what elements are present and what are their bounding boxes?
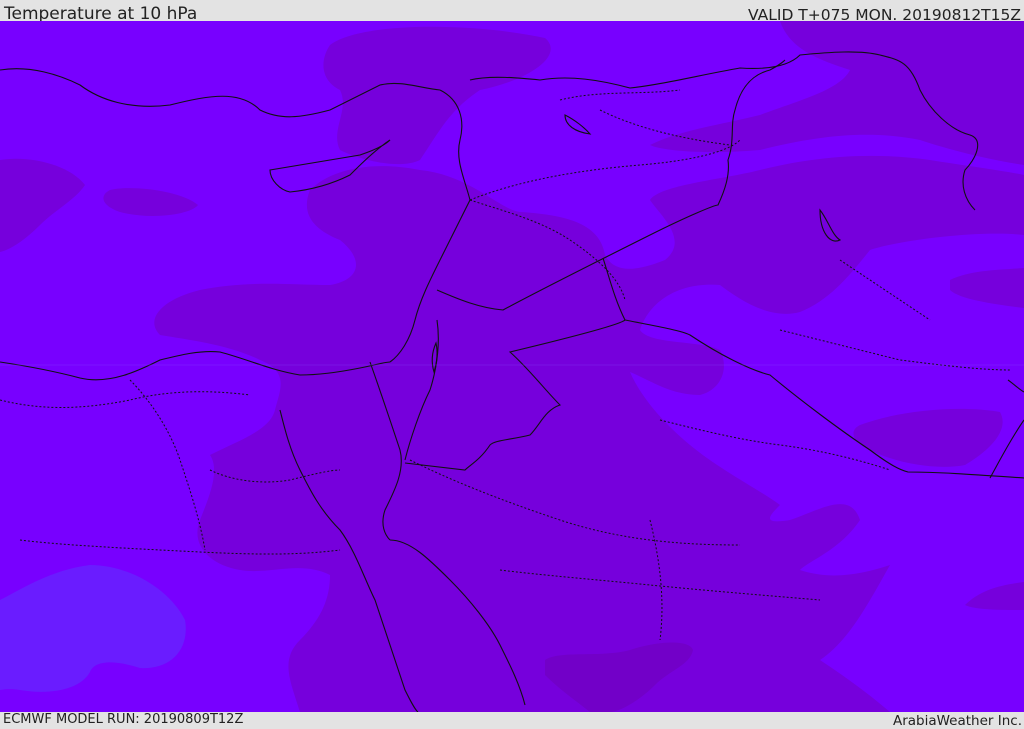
credit-label: ArabiaWeather Inc. bbox=[892, 713, 1022, 729]
model-run-label: ECMWF MODEL RUN: 20190809T12Z bbox=[3, 712, 244, 727]
footer-bar: ECMWF MODEL RUN: 20190809T12Z ArabiaWeat… bbox=[0, 712, 1024, 729]
header-bar: Temperature at 10 hPa VALID T+075 MON. 2… bbox=[0, 0, 1024, 24]
temperature-map[interactable] bbox=[0, 21, 1024, 712]
